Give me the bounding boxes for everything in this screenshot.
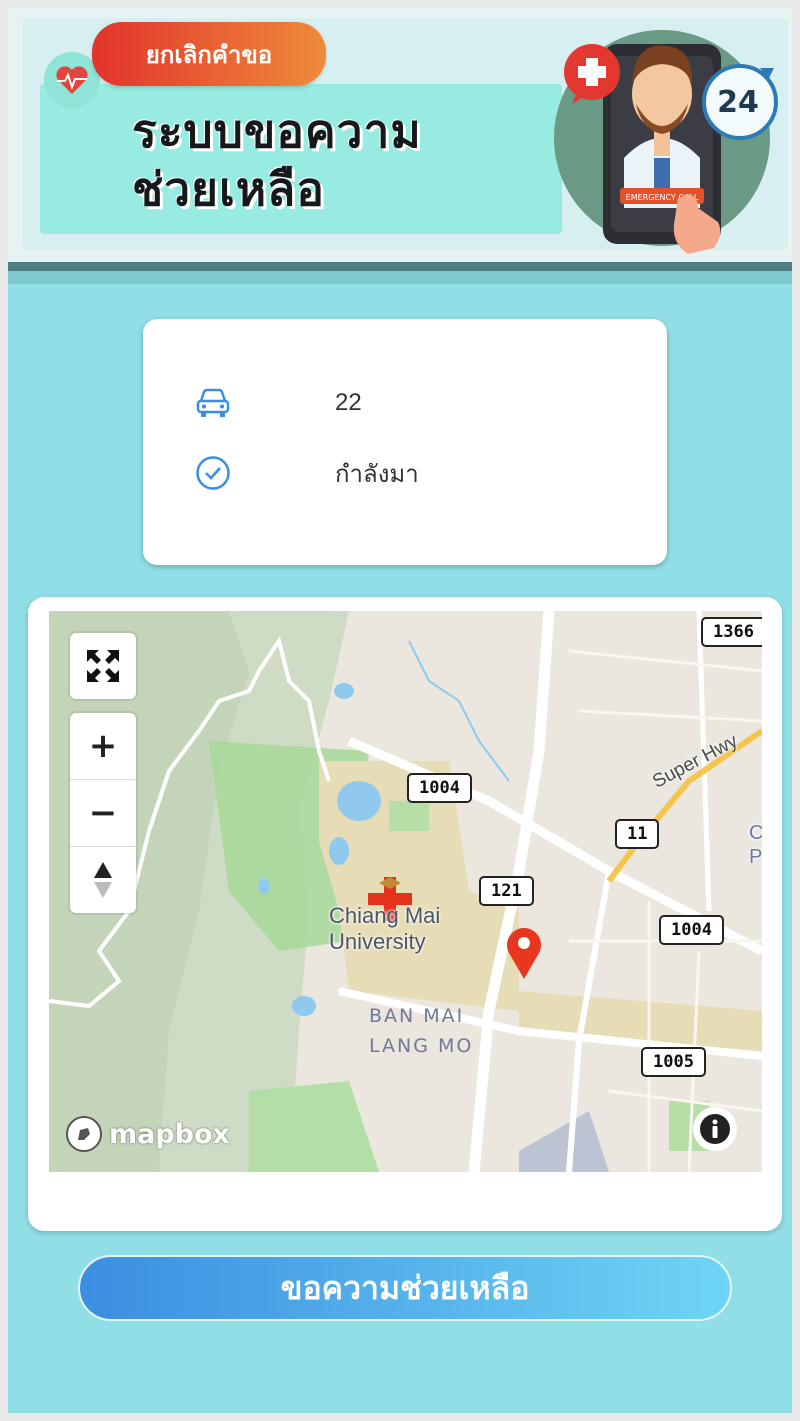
fullscreen-icon xyxy=(87,650,119,682)
road-label-1004-east: 1004 xyxy=(659,915,724,945)
info-button[interactable] xyxy=(693,1107,737,1151)
page-title: ระบบขอความ ช่วยเหลือ xyxy=(132,102,552,218)
mapbox-logo-icon xyxy=(66,1116,102,1152)
car-icon xyxy=(193,383,233,423)
header-banner: ยกเลิกคำขอ ระบบขอความ ช่วยเหลือ EMERGENC… xyxy=(8,8,792,262)
compass-icon xyxy=(94,862,112,898)
edge-label: C P xyxy=(749,821,762,869)
vehicle-row: 22 xyxy=(193,383,633,423)
check-circle-icon xyxy=(193,453,233,493)
map-base-layer xyxy=(49,611,762,1172)
doctor-illustration: EMERGENCY CALL 24 xyxy=(554,30,778,254)
map-view[interactable]: 1366 1004 11 121 1004 1005 Super Hwy Chi… xyxy=(49,611,762,1172)
24-hour-text: 24 xyxy=(717,85,759,120)
request-status-text: กำลังมา xyxy=(335,460,419,488)
header-divider xyxy=(8,262,792,284)
neighborhood-label-line2: LANG MO xyxy=(369,1035,474,1057)
map-pin-icon[interactable] xyxy=(504,923,544,985)
zoom-out-button[interactable]: − xyxy=(70,779,136,846)
place-label-line2: University xyxy=(329,929,426,954)
page-title-line1: ระบบขอความ xyxy=(132,104,422,158)
zoom-in-button[interactable]: + xyxy=(70,713,136,779)
compass-button[interactable] xyxy=(70,846,136,913)
road-label-1004-west: 1004 xyxy=(407,773,472,803)
cancel-request-label: ยกเลิกคำขอ xyxy=(145,40,273,69)
status-row: กำลังมา xyxy=(193,453,633,493)
edge-label-c: C xyxy=(749,822,762,844)
road-label-1366: 1366 xyxy=(701,617,762,647)
cancel-request-button[interactable]: ยกเลิกคำขอ xyxy=(92,22,326,86)
zoom-controls: + − xyxy=(70,713,136,913)
road-label-11: 11 xyxy=(615,819,660,849)
fullscreen-control xyxy=(70,633,136,699)
edge-label-p: P xyxy=(749,846,762,868)
info-icon xyxy=(700,1114,730,1144)
status-card: 22 กำลังมา xyxy=(143,319,667,565)
road-label-121: 121 xyxy=(479,876,534,906)
app-frame: ยกเลิกคำขอ ระบบขอความ ช่วยเหลือ EMERGENC… xyxy=(8,8,792,1413)
mapbox-logo-text: mapbox xyxy=(109,1118,230,1150)
request-help-button[interactable]: ขอความช่วยเหลือ xyxy=(78,1255,732,1321)
fullscreen-button[interactable] xyxy=(70,633,136,699)
request-help-label: ขอความช่วยเหลือ xyxy=(280,1268,530,1307)
neighborhood-label-line1: BAN MAI xyxy=(369,1005,465,1027)
road-label-1005: 1005 xyxy=(641,1047,706,1077)
mapbox-logo: mapbox xyxy=(65,1115,230,1153)
place-label: Chiang Mai University xyxy=(329,903,440,955)
place-label-line1: Chiang Mai xyxy=(329,903,441,928)
page-title-line2: ช่วยเหลือ xyxy=(132,162,325,216)
vehicle-number: 22 xyxy=(335,389,362,416)
neighborhood-label: BAN MAI LANG MO xyxy=(369,1001,473,1061)
map-card: 1366 1004 11 121 1004 1005 Super Hwy Chi… xyxy=(28,597,782,1231)
